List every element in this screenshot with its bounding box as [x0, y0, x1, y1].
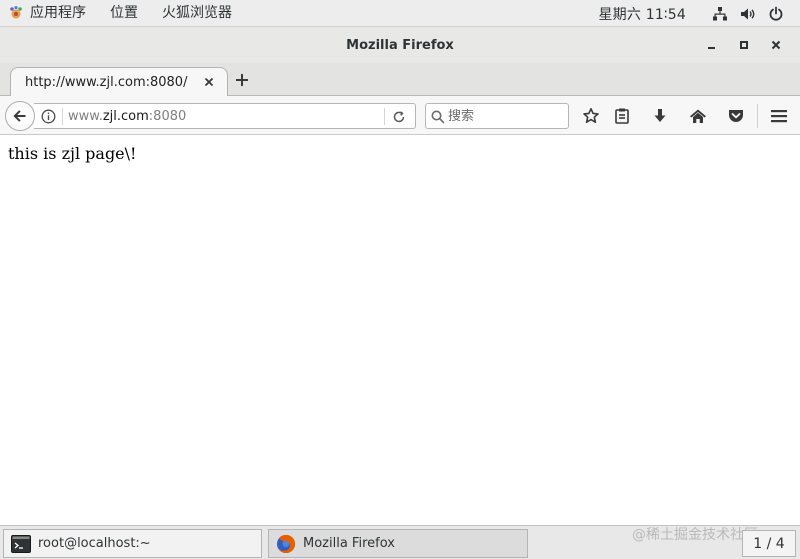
window-list-bar: root@localhost:~ Mozilla Firefox @稀土掘金技术…	[0, 525, 800, 559]
back-button[interactable]	[5, 101, 35, 131]
search-icon	[430, 109, 446, 125]
applications-menu-label: 应用程序	[30, 4, 86, 21]
bookmarks-menu-icon[interactable]	[611, 105, 633, 127]
places-menu[interactable]: 位置	[104, 0, 144, 27]
maximize-button[interactable]	[728, 33, 760, 57]
volume-icon[interactable]	[738, 4, 758, 24]
minimize-button[interactable]	[696, 33, 728, 57]
taskbar-item-label: root@localhost:~	[38, 536, 151, 551]
url-port: :8080	[148, 109, 187, 124]
url-divider	[62, 108, 63, 125]
tab-title: http://www.zjl.com:8080/	[25, 75, 188, 90]
taskbar-item-firefox[interactable]: Mozilla Firefox	[268, 529, 528, 558]
url-divider	[384, 108, 385, 125]
site-info-icon[interactable]	[40, 108, 57, 125]
pocket-icon[interactable]	[725, 105, 747, 127]
terminal-icon	[10, 533, 32, 555]
gnome-foot-icon	[8, 5, 24, 21]
system-status-area: 星期六 11∶54	[598, 0, 786, 27]
clock[interactable]: 星期六 11∶54	[598, 4, 686, 24]
taskbar-item-label: Mozilla Firefox	[303, 536, 395, 551]
applications-menu[interactable]: 应用程序	[8, 0, 92, 27]
firefox-app-menu[interactable]: 火狐浏览器	[156, 0, 238, 27]
navigation-toolbar: www.zjl.com:8080	[0, 96, 800, 135]
tab-strip: http://www.zjl.com:8080/	[0, 63, 800, 97]
firefox-logo-icon	[275, 533, 297, 555]
page-content: this is zjl page\!	[0, 136, 800, 525]
watermark: @稀土掘金技术社区	[632, 527, 758, 543]
window-controls	[696, 27, 792, 63]
taskbar-item-terminal[interactable]: root@localhost:~	[3, 529, 262, 558]
window-titlebar[interactable]: Mozilla Firefox	[0, 27, 800, 63]
close-window-button[interactable]	[760, 33, 792, 57]
downloads-icon[interactable]	[649, 105, 671, 127]
toolbar-divider	[757, 104, 758, 128]
home-icon[interactable]	[687, 105, 709, 127]
tab-close-icon[interactable]	[201, 74, 217, 90]
gnome-top-bar: 应用程序 位置 火狐浏览器 星期六 11∶54	[0, 0, 800, 27]
search-box[interactable]	[425, 103, 569, 129]
tab-active[interactable]: http://www.zjl.com:8080/	[10, 67, 228, 97]
url-prefix: www.	[68, 109, 103, 124]
hamburger-menu-icon[interactable]	[768, 105, 790, 127]
bookmark-star-icon[interactable]	[580, 105, 602, 127]
url-host: zjl.com	[102, 109, 149, 124]
back-arrow-icon	[13, 110, 26, 122]
reload-icon[interactable]	[390, 108, 408, 125]
new-tab-button[interactable]	[232, 70, 252, 90]
search-input[interactable]	[448, 106, 564, 126]
network-wired-icon[interactable]	[710, 4, 730, 24]
url-bar[interactable]: www.zjl.com:8080	[34, 103, 416, 129]
window-title: Mozilla Firefox	[346, 37, 454, 53]
workspace-indicator[interactable]: 1 / 4	[742, 530, 796, 557]
page-body-text: this is zjl page\!	[8, 144, 137, 163]
url-text[interactable]: www.zjl.com:8080	[68, 108, 186, 125]
power-icon[interactable]	[766, 4, 786, 24]
